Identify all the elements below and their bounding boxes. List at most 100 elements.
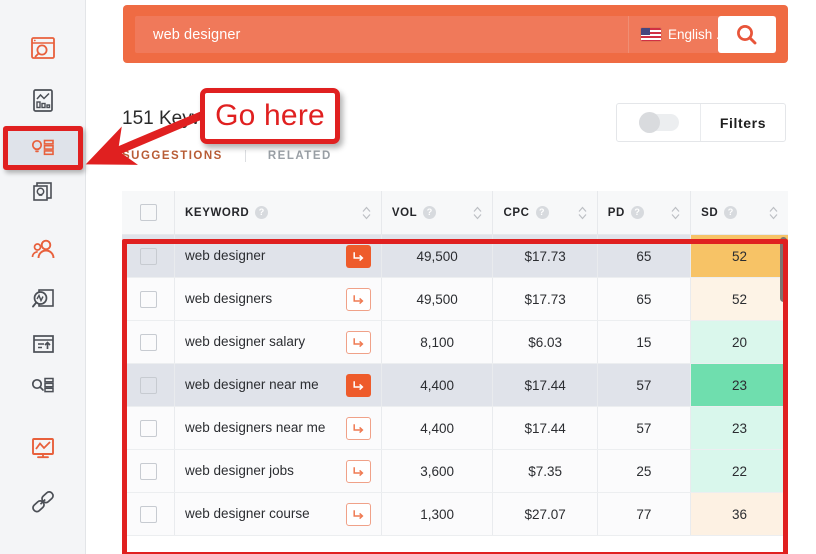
arrow-enter-icon: [353, 423, 364, 433]
row-checkbox[interactable]: [139, 419, 157, 437]
row-checkbox[interactable]: [139, 247, 157, 265]
table-vertical-scrollbar[interactable]: [780, 237, 787, 302]
table-row[interactable]: web designer salary 8,100 $6.03 15 20: [122, 321, 788, 364]
sd-cell: 22: [691, 450, 788, 492]
left-sidebar: [0, 0, 86, 554]
pd-cell: 65: [598, 235, 692, 277]
table-row[interactable]: web designer near me 4,400 $17.44 57 23: [122, 364, 788, 407]
sidebar-item-domain-overview[interactable]: [5, 28, 81, 68]
chart-bars-icon: [33, 89, 53, 112]
keyword-cell: web designers: [175, 278, 382, 320]
open-keyword-button[interactable]: [345, 502, 371, 526]
table-row[interactable]: web designer course 1,300 $27.07 77 36: [122, 493, 788, 536]
arrow-enter-icon: [353, 251, 364, 261]
keywords-table: KEYWORD ? VOL ? CPC ? PD ? SD ? web desi…: [122, 191, 788, 536]
vol-cell: 8,100: [382, 321, 494, 363]
cpc-cell: $17.73: [493, 278, 598, 320]
open-keyword-button[interactable]: [345, 244, 371, 268]
sd-cell: 23: [691, 364, 788, 406]
row-checkbox[interactable]: [139, 462, 157, 480]
table-row[interactable]: web designers 49,500 $17.73 65 52: [122, 278, 788, 321]
header-vol-label: VOL: [391, 206, 418, 219]
table-body: web designer 49,500 $17.73 65 52 web designer…: [122, 235, 788, 536]
sidebar-item-organic-research[interactable]: [5, 280, 81, 320]
vol-cell: 3,600: [382, 450, 494, 492]
app-root: web designer English ... 151 Keyw SUGGES…: [0, 0, 816, 554]
row-checkbox[interactable]: [139, 505, 157, 523]
row-select-cell[interactable]: [122, 278, 176, 320]
row-checkbox[interactable]: [139, 333, 157, 351]
keyword-text: web designer salary: [185, 334, 306, 350]
search-input[interactable]: web designer: [135, 16, 628, 53]
sidebar-item-keyword-overview[interactable]: [5, 172, 81, 212]
vol-cell: 49,500: [382, 235, 494, 277]
sidebar-item-keyword-magic-tool[interactable]: [5, 128, 81, 168]
filters-button[interactable]: Filters: [701, 115, 785, 131]
keyword-text: web designers near me: [185, 420, 326, 436]
open-keyword-button[interactable]: [345, 459, 371, 483]
toggle-track: [638, 112, 679, 133]
row-select-cell[interactable]: [122, 493, 176, 535]
magnifier-list-icon: [31, 377, 54, 393]
keyword-cell: web designer salary: [175, 321, 382, 363]
keyword-text: web designer jobs: [185, 463, 294, 479]
keyword-text: web designer course: [185, 506, 310, 522]
sidebar-item-traffic-analytics[interactable]: [5, 80, 81, 120]
open-keyword-button[interactable]: [345, 330, 371, 354]
row-select-cell[interactable]: [122, 364, 176, 406]
sidebar-item-position-tracking[interactable]: [5, 428, 81, 468]
sidebar-item-on-page-seo[interactable]: [5, 324, 81, 364]
row-select-cell[interactable]: [122, 450, 176, 492]
sidebar-item-backlinks[interactable]: [5, 482, 81, 522]
sort-arrows-icon[interactable]: [578, 206, 587, 220]
help-icon[interactable]: ?: [724, 206, 738, 219]
header-sd[interactable]: SD ?: [691, 191, 788, 234]
open-keyword-button[interactable]: [345, 287, 371, 311]
header-sd-label: SD: [701, 206, 719, 219]
row-select-cell[interactable]: [122, 407, 176, 449]
keyword-cell: web designer jobs: [175, 450, 382, 492]
header-vol[interactable]: VOL ?: [382, 191, 494, 234]
tab-related[interactable]: RELATED: [244, 150, 354, 162]
row-select-cell[interactable]: [122, 235, 176, 277]
pd-cell: 15: [598, 321, 692, 363]
help-icon[interactable]: ?: [630, 206, 644, 219]
open-keyword-button[interactable]: [345, 416, 371, 440]
row-checkbox[interactable]: [139, 376, 157, 394]
header-cpc[interactable]: CPC ?: [493, 191, 598, 234]
arrow-enter-icon: [353, 509, 364, 519]
sort-arrows-icon[interactable]: [473, 206, 482, 220]
cpc-cell: $17.44: [493, 364, 598, 406]
bulb-pages-icon: [33, 182, 52, 201]
keyword-cell: web designer near me: [175, 364, 382, 406]
help-icon[interactable]: ?: [255, 206, 269, 219]
sidebar-item-keyword-manager[interactable]: [5, 366, 81, 406]
people-icon: [31, 239, 55, 259]
vol-cell: 1,300: [382, 493, 494, 535]
help-icon[interactable]: ?: [535, 206, 549, 219]
keyword-text: web designers: [185, 291, 273, 307]
sidebar-item-competitors[interactable]: [5, 230, 81, 270]
filters-toggle[interactable]: [617, 104, 701, 141]
table-row[interactable]: web designers near me 4,400 $17.44 57 23: [122, 407, 788, 450]
row-select-cell[interactable]: [122, 321, 176, 363]
us-flag-icon: [641, 28, 661, 41]
header-keyword[interactable]: KEYWORD ?: [175, 191, 382, 234]
table-row[interactable]: web designer jobs 3,600 $7.35 25 22: [122, 450, 788, 493]
arrow-enter-icon: [353, 337, 364, 347]
help-icon[interactable]: ?: [423, 206, 437, 219]
sort-arrows-icon[interactable]: [671, 206, 680, 220]
header-pd[interactable]: PD ?: [598, 191, 692, 234]
table-row[interactable]: web designer 49,500 $17.73 65 52: [122, 235, 788, 278]
filters-panel: Filters: [616, 103, 786, 142]
open-keyword-button[interactable]: [345, 373, 371, 397]
search-button[interactable]: [718, 16, 776, 53]
row-checkbox[interactable]: [139, 290, 157, 308]
header-select-all[interactable]: [122, 191, 176, 234]
vol-cell: 4,400: [382, 407, 494, 449]
sort-arrows-icon[interactable]: [769, 206, 778, 220]
select-all-checkbox[interactable]: [139, 204, 157, 221]
sort-arrows-icon[interactable]: [362, 206, 371, 220]
tab-suggestions[interactable]: SUGGESTIONS: [122, 150, 245, 162]
pd-cell: 65: [598, 278, 692, 320]
